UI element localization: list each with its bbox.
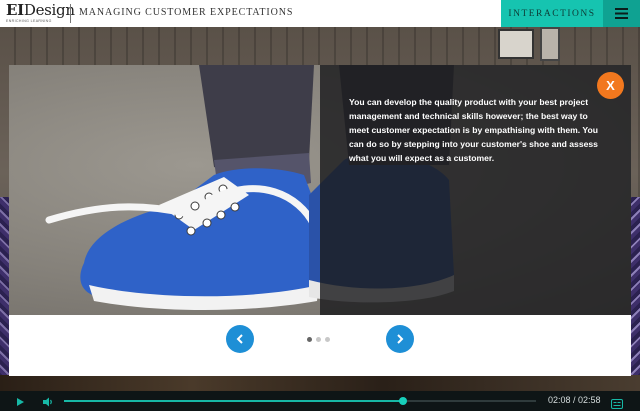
volume-icon	[43, 397, 52, 407]
app-header: EIDesign ENRICHING LEARNING MANAGING CUS…	[0, 0, 640, 27]
play-button[interactable]	[14, 395, 26, 407]
background-floor	[0, 375, 640, 391]
close-button[interactable]: X	[597, 72, 624, 99]
chevron-left-icon	[236, 334, 243, 344]
header-divider	[70, 4, 71, 23]
background-figure-left	[0, 197, 9, 387]
progress-track[interactable]	[64, 397, 536, 405]
logo-primary: EI	[6, 1, 24, 19]
captions-button[interactable]	[611, 396, 623, 409]
background-picture-frame	[540, 27, 560, 61]
pagination-dot[interactable]	[325, 336, 330, 342]
menu-button[interactable]	[603, 0, 640, 27]
eidesign-logo: EIDesign ENRICHING LEARNING	[6, 1, 75, 25]
play-icon	[17, 398, 24, 406]
logo-secondary: Design	[23, 1, 75, 19]
background-figure-right	[631, 197, 640, 387]
logo-tagline: ENRICHING LEARNING	[6, 19, 52, 23]
time-display: 02:08 / 02:58	[548, 395, 601, 405]
closed-captions-icon	[611, 399, 623, 409]
chevron-right-icon	[397, 334, 404, 344]
description-panel: You can develop the quality product with…	[320, 65, 631, 315]
hamburger-menu-icon	[615, 8, 628, 19]
course-title: MANAGING CUSTOMER EXPECTATIONS	[79, 7, 294, 18]
pagination-dot[interactable]	[307, 336, 312, 342]
slide-modal: You can develop the quality product with…	[9, 65, 631, 376]
progress-fill	[64, 400, 404, 402]
slide-body-text: You can develop the quality product with…	[349, 97, 598, 163]
interactions-button[interactable]: INTERACTIONS	[501, 0, 603, 27]
slide-pagination	[307, 335, 337, 343]
next-slide-button[interactable]	[386, 325, 414, 353]
media-player-bar: 02:08 / 02:58	[0, 391, 640, 411]
progress-handle[interactable]	[399, 397, 408, 405]
volume-button[interactable]	[42, 395, 54, 407]
previous-slide-button[interactable]	[226, 325, 254, 353]
pagination-dot[interactable]	[316, 336, 321, 342]
background-picture-frame	[498, 29, 534, 59]
